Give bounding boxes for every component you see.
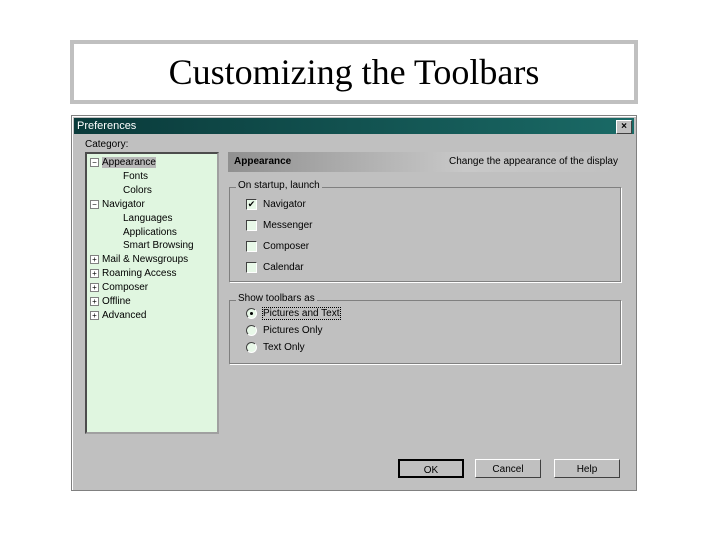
checkbox-label: Calendar [263,262,304,273]
dialog-title: Preferences [77,120,137,132]
tree-item[interactable]: + Advanced [90,309,146,322]
preferences-dialog: Preferences × Category: − Appearance Fonts… [71,115,637,491]
checkbox-label: Navigator [263,199,306,210]
tree-item-label: Languages [123,212,173,224]
expand-icon[interactable]: + [90,255,99,265]
toolbar-style-radio[interactable]: Text Only [246,342,305,353]
tree-item-label: Smart Browsing [123,240,194,252]
tree-item-label: Roaming Access [102,268,177,280]
tree-item[interactable]: − Appearance [90,156,156,169]
tree-item[interactable]: Applications [123,226,177,239]
tree-item[interactable]: + Mail & Newsgroups [90,253,188,266]
radio-label: Pictures Only [263,325,323,336]
tree-item-label: Advanced [102,309,147,321]
collapse-icon[interactable]: − [90,199,99,209]
checkbox-icon[interactable] [246,241,257,252]
startup-checkbox[interactable]: Calendar [246,262,304,273]
tree-item[interactable]: Fonts [123,170,148,183]
tree-item[interactable]: + Roaming Access [90,267,176,280]
tree-item-label: Appearance [102,157,156,168]
radio-label: Pictures and Text [262,307,341,320]
radio-label: Text Only [263,342,305,353]
tree-item-label: Applications [123,226,177,238]
toolbar-style-radio[interactable]: Pictures and Text [246,307,341,320]
toolbar-style-radio[interactable]: Pictures Only [246,325,322,336]
checkbox-label: Messenger [263,220,313,231]
expand-icon[interactable]: + [90,282,99,292]
panel-header: Appearance Change the appearance of the … [228,152,622,172]
checkbox-label: Composer [263,241,310,252]
collapse-icon[interactable]: − [90,157,99,167]
tree-item-label: Composer [102,282,149,294]
slide-title: Customizing the Toolbars [70,40,638,104]
startup-checkbox[interactable]: ✔ Navigator [246,199,306,210]
tree-item[interactable]: + Offline [90,295,131,308]
tree-item-label: Navigator [102,198,145,210]
tree-item[interactable]: Languages [123,212,173,225]
title-bar: Preferences × [74,118,634,134]
radio-icon[interactable] [246,325,257,336]
close-icon[interactable]: × [616,120,632,134]
radio-icon[interactable] [246,308,257,319]
radio-icon[interactable] [246,342,257,353]
checkbox-icon[interactable] [246,262,257,273]
panel-description: Change the appearance of the display [448,156,618,167]
expand-icon[interactable]: + [90,269,99,279]
startup-checkbox[interactable]: Composer [246,241,309,252]
startup-legend: On startup, launch [236,180,322,191]
startup-checkbox[interactable]: Messenger [246,220,312,231]
checkbox-icon[interactable]: ✔ [246,199,257,210]
checkbox-icon[interactable] [246,220,257,231]
toolbars-legend: Show toolbars as [236,293,317,304]
expand-icon[interactable]: + [90,310,99,320]
startup-group: On startup, launch ✔ Navigator Messenger Co… [229,180,621,282]
tree-item[interactable]: + Composer [90,281,148,294]
tree-item-label: Offline [102,296,131,307]
tree-item[interactable]: Colors [123,184,152,197]
panel-title: Appearance [234,156,292,167]
cancel-button[interactable]: Cancel [475,459,541,478]
help-button[interactable]: Help [554,459,620,478]
category-tree[interactable]: − Appearance Fonts Colors − Navigator Language… [85,152,219,434]
ok-button[interactable]: OK [398,459,464,478]
category-label: Category: [85,139,129,150]
expand-icon[interactable]: + [90,296,99,306]
tree-item[interactable]: − Navigator [90,198,145,211]
tree-item-label: Colors [123,184,152,196]
tree-item-label: Mail & Newsgroups [102,254,189,266]
toolbars-group: Show toolbars as Pictures and Text Pictur… [229,293,621,364]
tree-item-label: Fonts [123,170,149,182]
tree-item[interactable]: Smart Browsing [123,239,194,252]
